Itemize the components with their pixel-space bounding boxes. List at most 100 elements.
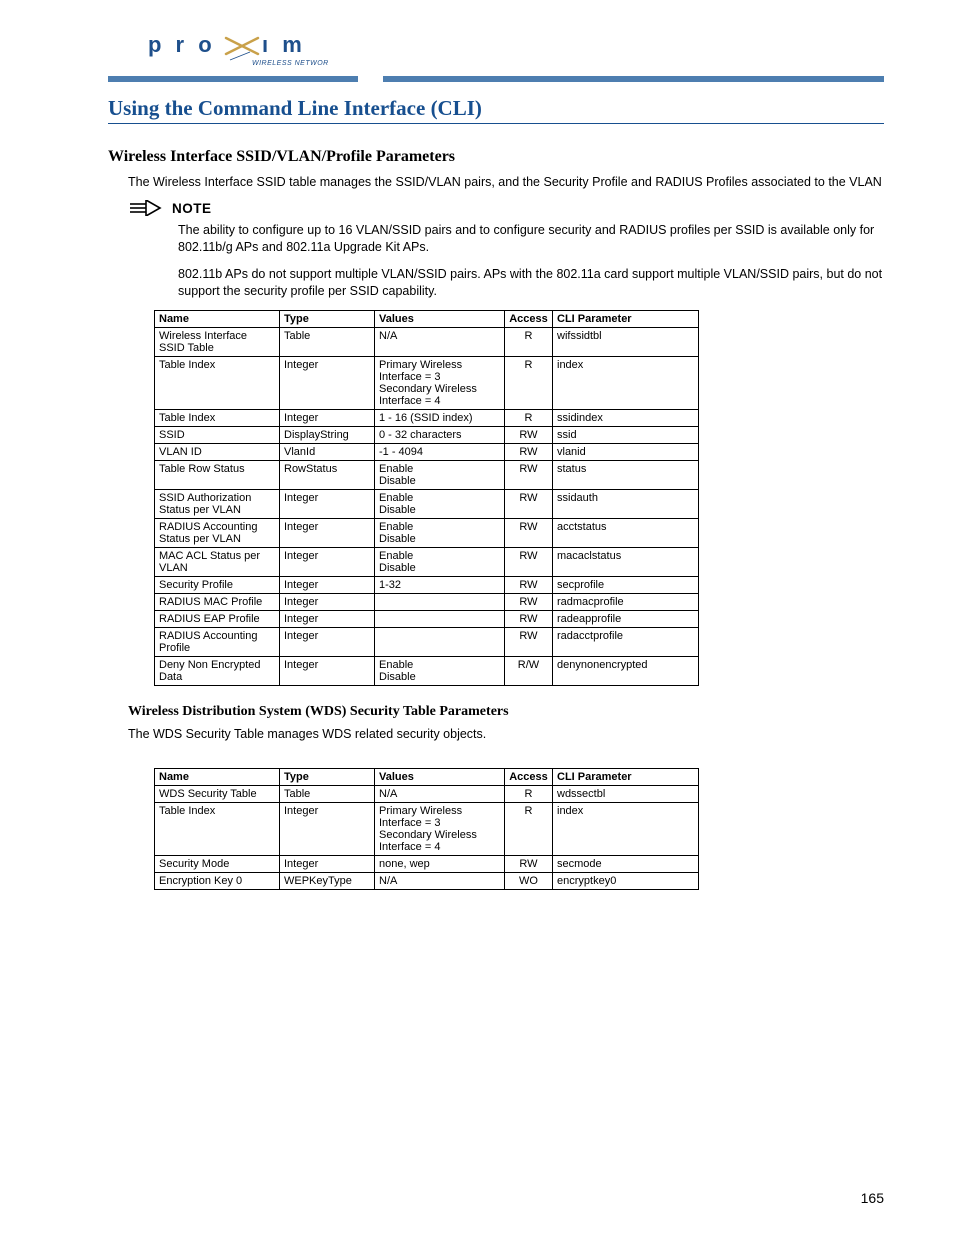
table-cell: RW bbox=[505, 460, 553, 489]
col-name: Name bbox=[155, 310, 280, 327]
table-cell: radacctprofile bbox=[553, 627, 699, 656]
ssid-vlan-table: Name Type Values Access CLI Parameter Wi… bbox=[154, 310, 699, 686]
table-cell: Wireless Interface SSID Table bbox=[155, 327, 280, 356]
col-name: Name bbox=[155, 769, 280, 786]
table-cell: Table bbox=[280, 327, 375, 356]
table-cell: Integer bbox=[280, 409, 375, 426]
table-cell: wdssectbl bbox=[553, 786, 699, 803]
col-values: Values bbox=[375, 769, 505, 786]
table-cell: EnableDisable bbox=[375, 518, 505, 547]
table-cell: WO bbox=[505, 873, 553, 890]
header-bar bbox=[108, 76, 884, 82]
table-cell: Table bbox=[280, 786, 375, 803]
table-cell: EnableDisable bbox=[375, 489, 505, 518]
table-cell: R/W bbox=[505, 656, 553, 685]
section-heading: Wireless Interface SSID/VLAN/Profile Par… bbox=[108, 148, 884, 166]
table-cell: radmacprofile bbox=[553, 593, 699, 610]
table-row: RADIUS Accounting Status per VLANInteger… bbox=[155, 518, 699, 547]
col-access: Access bbox=[505, 310, 553, 327]
table-cell: SSID Authorization Status per VLAN bbox=[155, 489, 280, 518]
table-cell: Integer bbox=[280, 576, 375, 593]
table-cell: Table Index bbox=[155, 409, 280, 426]
table-row: Table IndexIntegerPrimary Wireless Inter… bbox=[155, 803, 699, 856]
table-cell: VLAN ID bbox=[155, 443, 280, 460]
table-cell: Primary Wireless Interface = 3Secondary … bbox=[375, 803, 505, 856]
table-row: RADIUS Accounting ProfileIntegerRWradacc… bbox=[155, 627, 699, 656]
table-cell: RW bbox=[505, 426, 553, 443]
table-header-row: Name Type Values Access CLI Parameter bbox=[155, 769, 699, 786]
table-cell: Integer bbox=[280, 610, 375, 627]
table-cell: RW bbox=[505, 547, 553, 576]
table-row: Encryption Key 0WEPKeyTypeN/AWOencryptke… bbox=[155, 873, 699, 890]
col-cli: CLI Parameter bbox=[553, 769, 699, 786]
table-cell: Integer bbox=[280, 656, 375, 685]
table-cell: secmode bbox=[553, 856, 699, 873]
table-cell: RW bbox=[505, 856, 553, 873]
table-row: RADIUS MAC ProfileIntegerRWradmacprofile bbox=[155, 593, 699, 610]
table-cell: RW bbox=[505, 593, 553, 610]
table-cell: RADIUS Accounting Status per VLAN bbox=[155, 518, 280, 547]
table-row: Table IndexInteger1 - 16 (SSID index)Rss… bbox=[155, 409, 699, 426]
table-cell: EnableDisable bbox=[375, 656, 505, 685]
table-row: Table IndexIntegerPrimary Wireless Inter… bbox=[155, 356, 699, 409]
table-cell: RW bbox=[505, 443, 553, 460]
table-cell: Deny Non Encrypted Data bbox=[155, 656, 280, 685]
table-row: RADIUS EAP ProfileIntegerRWradeapprofile bbox=[155, 610, 699, 627]
table-cell: R bbox=[505, 409, 553, 426]
svg-text:WIRELESS NETWORKS: WIRELESS NETWORKS bbox=[252, 60, 328, 67]
table-cell: R bbox=[505, 803, 553, 856]
table-cell: R bbox=[505, 356, 553, 409]
table-cell: 1-32 bbox=[375, 576, 505, 593]
table-cell: macaclstatus bbox=[553, 547, 699, 576]
subsection-heading: Wireless Distribution System (WDS) Secur… bbox=[128, 704, 884, 720]
table-cell: Integer bbox=[280, 856, 375, 873]
table-cell: RW bbox=[505, 627, 553, 656]
table-cell: Integer bbox=[280, 593, 375, 610]
table-cell: Integer bbox=[280, 489, 375, 518]
table-cell: index bbox=[553, 803, 699, 856]
table-row: Deny Non Encrypted DataIntegerEnableDisa… bbox=[155, 656, 699, 685]
col-type: Type bbox=[280, 769, 375, 786]
table-cell: ssidauth bbox=[553, 489, 699, 518]
table-cell: SSID bbox=[155, 426, 280, 443]
note-header: NOTE bbox=[128, 200, 884, 216]
brand-logo: p r o ı m WIRELESS NETWORKS bbox=[108, 20, 884, 76]
table-cell: WEPKeyType bbox=[280, 873, 375, 890]
table-row: MAC ACL Status per VLANIntegerEnableDisa… bbox=[155, 547, 699, 576]
table-cell: R bbox=[505, 327, 553, 356]
table-row: Table Row StatusRowStatusEnableDisableRW… bbox=[155, 460, 699, 489]
table-cell: ssidindex bbox=[553, 409, 699, 426]
table-cell: RW bbox=[505, 576, 553, 593]
table-cell: WDS Security Table bbox=[155, 786, 280, 803]
table-cell: acctstatus bbox=[553, 518, 699, 547]
svg-text:p r o: p r o bbox=[148, 32, 216, 57]
table-cell: RW bbox=[505, 518, 553, 547]
table-cell: Table Index bbox=[155, 356, 280, 409]
table-cell: DisplayString bbox=[280, 426, 375, 443]
col-cli: CLI Parameter bbox=[553, 310, 699, 327]
table-cell: RADIUS EAP Profile bbox=[155, 610, 280, 627]
table-cell: Integer bbox=[280, 356, 375, 409]
table-row: WDS Security TableTableN/ARwdssectbl bbox=[155, 786, 699, 803]
table-cell: Integer bbox=[280, 518, 375, 547]
subsection-intro: The WDS Security Table manages WDS relat… bbox=[128, 726, 884, 742]
table-header-row: Name Type Values Access CLI Parameter bbox=[155, 310, 699, 327]
table-cell: MAC ACL Status per VLAN bbox=[155, 547, 280, 576]
wds-security-table: Name Type Values Access CLI Parameter WD… bbox=[154, 768, 699, 890]
table-cell: secprofile bbox=[553, 576, 699, 593]
table-row: VLAN IDVlanId-1 - 4094RWvlanid bbox=[155, 443, 699, 460]
table-cell: VlanId bbox=[280, 443, 375, 460]
note-label: NOTE bbox=[172, 201, 212, 216]
table-cell: RW bbox=[505, 489, 553, 518]
table-cell: N/A bbox=[375, 327, 505, 356]
table-cell: RowStatus bbox=[280, 460, 375, 489]
table-cell: none, wep bbox=[375, 856, 505, 873]
table-cell: Security Profile bbox=[155, 576, 280, 593]
table-cell: Integer bbox=[280, 547, 375, 576]
page-title: Using the Command Line Interface (CLI) bbox=[108, 96, 884, 124]
table-cell: denynonencrypted bbox=[553, 656, 699, 685]
table-cell: -1 - 4094 bbox=[375, 443, 505, 460]
col-values: Values bbox=[375, 310, 505, 327]
table-cell: vlanid bbox=[553, 443, 699, 460]
table-cell: 1 - 16 (SSID index) bbox=[375, 409, 505, 426]
